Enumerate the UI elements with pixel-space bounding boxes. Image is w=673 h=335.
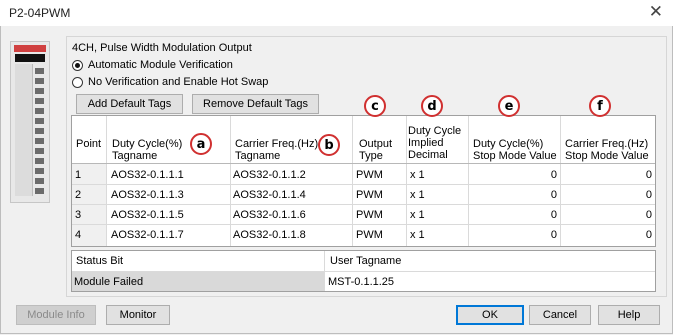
cancel-button[interactable]: Cancel [529, 305, 591, 325]
radio-automatic-verification[interactable]: Automatic Module Verification [72, 59, 233, 71]
add-default-tags-button[interactable]: Add Default Tags [76, 94, 183, 114]
radio-unselected-icon[interactable] [72, 76, 83, 88]
duty-tagname-cell[interactable]: AOS32-0.1.1.7 [111, 229, 184, 241]
carrier-stop-value-cell[interactable]: 0 [561, 169, 652, 181]
header-carrier-stop-value: Carrier Freq.(Hz) Stop Mode Value [565, 138, 649, 162]
carrier-stop-value-cell[interactable]: 0 [561, 229, 652, 241]
ok-button[interactable]: OK [456, 305, 524, 325]
marker-c: c [364, 95, 386, 117]
output-type-cell: PWM [356, 209, 383, 221]
radio-label: Automatic Module Verification [88, 59, 233, 71]
channel-table: Point Duty Cycle(%) Tagname Carrier Freq.… [71, 115, 656, 247]
carrier-stop-value-cell[interactable]: 0 [561, 209, 652, 221]
header-point: Point [76, 138, 102, 150]
marker-d: d [421, 95, 443, 117]
marker-f: f [589, 95, 611, 117]
status-bit-table: Status Bit User Tagname Module Failed MS… [71, 250, 656, 292]
monitor-button[interactable]: Monitor [106, 305, 170, 325]
point-cell: 1 [75, 169, 82, 181]
carrier-tagname-cell[interactable]: AOS32-0.1.1.4 [233, 189, 306, 201]
header-status-bit: Status Bit [76, 255, 124, 267]
header-duty-stop-value: Duty Cycle(%) Stop Mode Value [473, 138, 557, 162]
module-description: 4CH, Pulse Width Modulation Output [72, 42, 252, 54]
header-implied-decimal: Duty Cycle Implied Decimal [408, 125, 462, 161]
implied-decimal-cell[interactable]: x 1 [410, 229, 425, 241]
point-cell: 4 [75, 229, 82, 241]
help-button[interactable]: Help [598, 305, 660, 325]
implied-decimal-cell[interactable]: x 1 [410, 189, 425, 201]
duty-stop-value-cell[interactable]: 0 [469, 169, 557, 181]
status-bit-cell: Module Failed [72, 272, 324, 291]
window-title: P2-04PWM [9, 6, 71, 20]
point-cell: 3 [75, 209, 82, 221]
duty-tagname-cell[interactable]: AOS32-0.1.1.1 [111, 169, 184, 181]
duty-stop-value-cell[interactable]: 0 [469, 189, 557, 201]
radio-no-verification[interactable]: No Verification and Enable Hot Swap [72, 76, 268, 88]
output-type-cell: PWM [356, 169, 383, 181]
duty-stop-value-cell[interactable]: 0 [469, 209, 557, 221]
marker-a: a [190, 133, 212, 155]
carrier-stop-value-cell[interactable]: 0 [561, 189, 652, 201]
user-tagname-cell[interactable]: MST-0.1.1.25 [328, 276, 394, 288]
marker-e: e [498, 95, 520, 117]
carrier-tagname-cell[interactable]: AOS32-0.1.1.8 [233, 229, 306, 241]
marker-b: b [318, 134, 340, 156]
carrier-tagname-cell[interactable]: AOS32-0.1.1.6 [233, 209, 306, 221]
header-output-type: Output Type [359, 138, 393, 162]
implied-decimal-cell[interactable]: x 1 [410, 209, 425, 221]
radio-label: No Verification and Enable Hot Swap [88, 76, 269, 88]
radio-selected-icon[interactable] [72, 59, 83, 71]
remove-default-tags-button[interactable]: Remove Default Tags [192, 94, 319, 114]
module-image [10, 41, 50, 203]
output-type-cell: PWM [356, 189, 383, 201]
implied-decimal-cell[interactable]: x 1 [410, 169, 425, 181]
header-user-tagname: User Tagname [330, 255, 402, 267]
duty-tagname-cell[interactable]: AOS32-0.1.1.5 [111, 209, 184, 221]
point-cell: 2 [75, 189, 82, 201]
module-info-button[interactable]: Module Info [16, 305, 96, 325]
duty-stop-value-cell[interactable]: 0 [469, 229, 557, 241]
duty-tagname-cell[interactable]: AOS32-0.1.1.3 [111, 189, 184, 201]
output-type-cell: PWM [356, 229, 383, 241]
close-icon[interactable]: ✕ [649, 3, 663, 21]
title-bar: P2-04PWM ✕ [0, 0, 673, 26]
carrier-tagname-cell[interactable]: AOS32-0.1.1.2 [233, 169, 306, 181]
